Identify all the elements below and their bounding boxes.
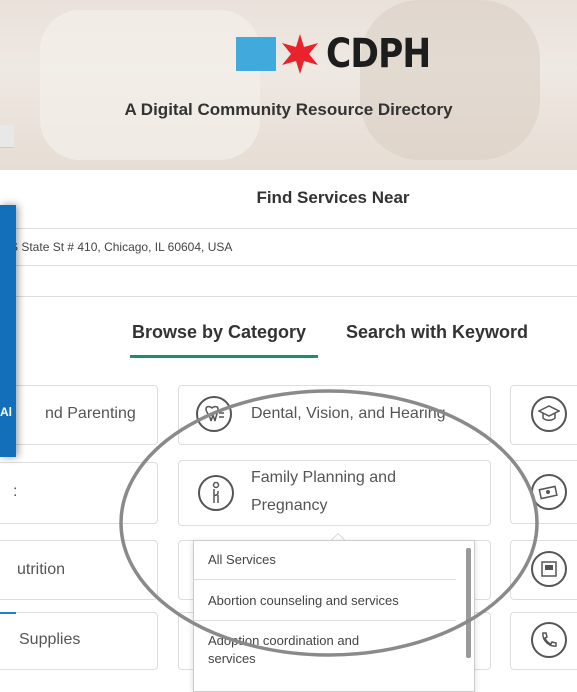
left-edge-strip — [0, 125, 14, 148]
dropdown-option-all-services[interactable]: All Services — [194, 541, 456, 580]
category-card-housing[interactable] — [510, 540, 577, 600]
category-label-line2: Pregnancy — [251, 497, 328, 514]
category-label: nd Parenting — [45, 405, 136, 422]
active-tab-indicator — [130, 355, 318, 358]
address-input[interactable] — [0, 229, 560, 265]
category-label: Supplies — [19, 631, 81, 648]
category-card-financial[interactable] — [510, 460, 577, 524]
option-label: Adoption coordination and — [208, 633, 360, 648]
category-label: : — [13, 483, 18, 500]
logo-brand: CDPH — [326, 31, 431, 77]
tab-search-with-keyword[interactable]: Search with Keyword — [346, 322, 528, 343]
tagline: A Digital Community Resource Directory — [124, 100, 453, 119]
family-planning-dropdown[interactable]: All Services Abortion counseling and ser… — [193, 540, 475, 692]
side-overlay-panel: Al — [0, 205, 16, 457]
category-card-phone[interactable] — [510, 612, 577, 670]
tab-browse-by-category[interactable]: Browse by Category — [132, 322, 306, 343]
header-banner: CDPH A Digital Community Resource Direct… — [0, 0, 577, 170]
dropdown-scrollbar[interactable] — [466, 548, 471, 658]
dropdown-option-abortion[interactable]: Abortion counseling and services — [194, 580, 456, 621]
divider — [0, 296, 577, 297]
side-panel-text: Al — [0, 405, 12, 419]
category-card-nutrition[interactable]: utrition — [0, 540, 158, 600]
graduation-cap-icon — [531, 396, 567, 432]
category-label: utrition — [17, 561, 66, 578]
option-label: Abortion counseling and services — [208, 593, 399, 608]
money-icon — [531, 474, 567, 510]
category-card-dental-vision-hearing[interactable]: Dental, Vision, and Hearing — [178, 385, 491, 445]
category-card-education[interactable] — [510, 385, 577, 445]
background-blur — [40, 10, 260, 160]
star-icon — [282, 34, 318, 74]
category-label: Dental, Vision, and Hearing — [251, 405, 446, 422]
side-accent-line — [0, 612, 16, 614]
category-label-line1: Family Planning and — [251, 469, 396, 486]
tooth-icon — [196, 396, 232, 432]
category-card-supplies[interactable]: Supplies — [0, 612, 158, 670]
logo-blue-square — [236, 37, 276, 71]
option-label: All Services — [208, 552, 276, 567]
background-blur — [360, 0, 540, 160]
cdph-logo[interactable]: CDPH — [236, 30, 447, 78]
phone-icon — [531, 622, 567, 658]
cash-register-icon — [531, 551, 567, 587]
category-card-parenting[interactable]: nd Parenting — [0, 385, 158, 445]
find-services-title: Find Services Near — [256, 188, 410, 207]
dropdown-option-adoption[interactable]: Adoption coordination and services — [194, 621, 456, 671]
pregnancy-icon — [198, 475, 234, 511]
category-card-family-planning[interactable]: Family Planning and Pregnancy — [178, 460, 491, 526]
category-card-2[interactable]: : — [0, 462, 158, 524]
option-label-cont: services — [208, 651, 256, 666]
address-field[interactable] — [0, 228, 577, 266]
